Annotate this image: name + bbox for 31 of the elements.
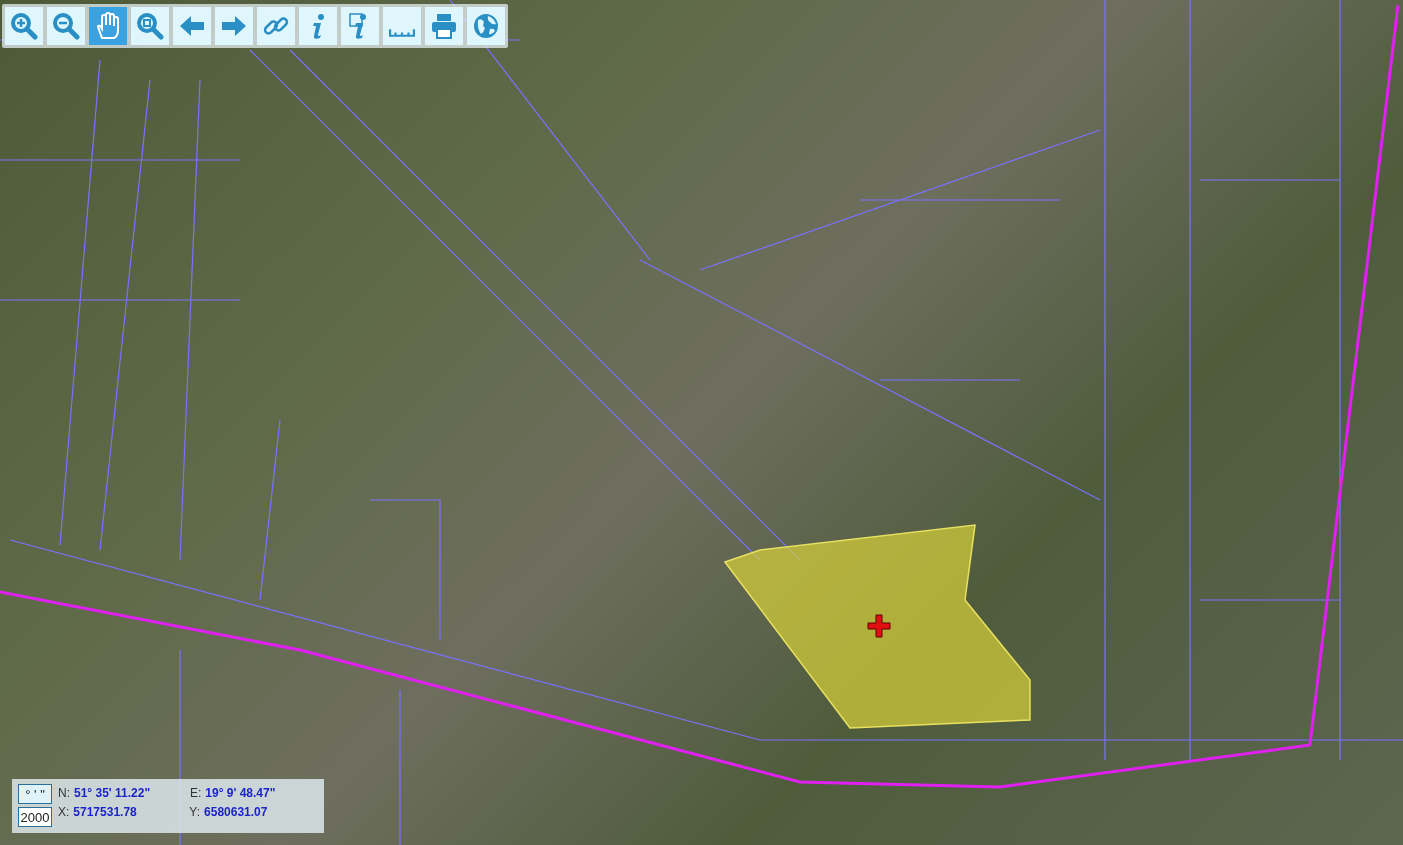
zoom-extent-tool-button[interactable]	[131, 7, 169, 45]
zoom-in-icon	[10, 12, 38, 40]
globe-icon	[472, 12, 500, 40]
coordinate-value: 19° 9' 48.47"	[205, 786, 276, 800]
coordinate-value: 5717531.78	[73, 805, 138, 819]
coordinate-label: N:	[58, 786, 70, 800]
measure-tool-button[interactable]	[383, 7, 421, 45]
forward-tool-button[interactable]	[215, 7, 253, 45]
magnifier-icon	[136, 12, 164, 40]
info-tool-button[interactable]	[299, 7, 337, 45]
zoom-out-tool-button[interactable]	[47, 7, 85, 45]
back-tool-button[interactable]	[173, 7, 211, 45]
globe-tool-button[interactable]	[467, 7, 505, 45]
link-tool-button[interactable]	[257, 7, 295, 45]
coordinate-value: 51° 35' 11.22"	[74, 786, 152, 800]
print-tool-button[interactable]	[425, 7, 463, 45]
coordinate-label: E:	[190, 786, 202, 800]
coordinate-value: 6580631.07	[204, 805, 268, 819]
coordinate-format-button[interactable]: ° ' "	[18, 784, 52, 804]
zoom-out-icon	[52, 12, 80, 40]
selected-parcel-highlight[interactable]	[723, 524, 1031, 729]
pan-tool-button[interactable]	[89, 7, 127, 45]
coordinate-label: X:	[58, 805, 70, 819]
ruler-icon	[389, 27, 415, 37]
location-marker-icon	[867, 614, 891, 638]
hand-icon	[94, 12, 122, 40]
printer-icon	[430, 12, 458, 40]
coordinate-label: Y:	[189, 805, 201, 819]
info-area-tool-button[interactable]	[341, 7, 379, 45]
zoom-in-tool-button[interactable]	[5, 7, 43, 45]
coordinate-format-button[interactable]: 2000	[18, 807, 52, 827]
